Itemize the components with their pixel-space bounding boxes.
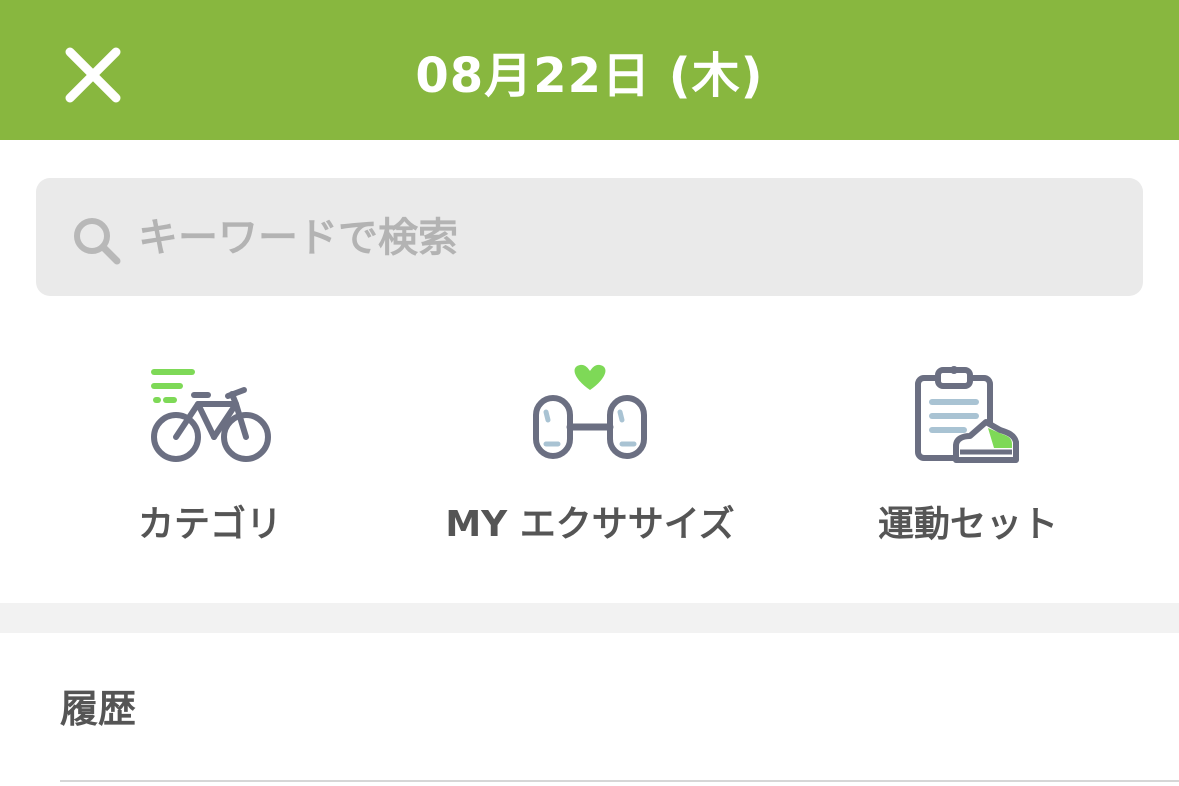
history-divider — [60, 780, 1179, 782]
clipboard-shoe-icon — [915, 366, 1019, 463]
category-button[interactable]: カテゴリ — [60, 340, 360, 560]
my-exercise-label: MY エクササイズ — [445, 504, 735, 545]
my-exercise-button[interactable]: MY エクササイズ — [440, 340, 740, 560]
search-input[interactable] — [138, 202, 1098, 274]
exercise-set-label: 運動セット — [877, 504, 1058, 545]
section-divider — [0, 603, 1179, 633]
category-label: カテゴリ — [137, 504, 282, 545]
bicycle-icon — [151, 369, 271, 462]
dumbbell-heart-icon — [533, 364, 647, 459]
history-heading: 履歴 — [60, 687, 137, 731]
date-title: 08月22日 (木) — [415, 48, 764, 104]
exercise-set-button[interactable]: 運動セット — [818, 340, 1118, 560]
app-header: 08月22日 (木) — [0, 0, 1179, 140]
search-icon — [74, 218, 121, 265]
